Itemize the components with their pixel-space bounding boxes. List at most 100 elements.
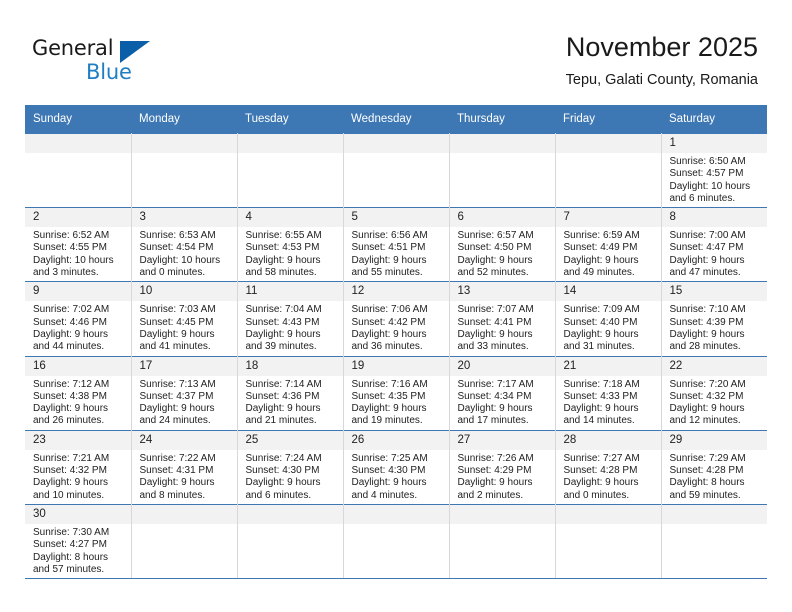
daylight-line-1: Daylight: 10 hours [669,180,751,192]
sunrise-line: Sunrise: 7:00 AM [669,230,746,242]
calendar-day-cell[interactable]: 8 Sunrise: 7:00 AM Sunset: 4:47 PM Daylight… [660,207,767,282]
day-number: 17 [131,356,237,376]
sunset-line: Sunset: 4:32 PM [33,465,107,477]
calendar-day-cell[interactable]: 7 Sunrise: 6:59 AM Sunset: 4:49 PM Daylight… [554,207,662,282]
sunset-line: Sunset: 4:30 PM [351,465,426,477]
calendar-day-cell[interactable]: 10 Sunrise: 7:03 AM Sunset: 4:45 PM Dayligh… [130,281,238,357]
calendar-day-cell[interactable]: 12 Sunrise: 7:06 AM Sunset: 4:42 PM Dayligh… [342,281,450,357]
daylight-line-1: Daylight: 9 hours [245,477,321,489]
general-blue-logo[interactable]: General Blue [32,36,162,88]
sunset-line: Sunset: 4:31 PM [139,465,214,477]
sunrise-line: Sunrise: 7:09 AM [563,304,640,316]
calendar-day-cell[interactable]: 1 Sunrise: 6:50 AM Sunset: 4:57 PM Daylight… [660,132,767,208]
calendar-day-cell[interactable]: 5 Sunrise: 6:56 AM Sunset: 4:51 PM Daylight… [342,207,450,282]
calendar-day-cell[interactable]: 3 Sunrise: 6:53 AM Sunset: 4:54 PM Daylight… [130,207,238,282]
calendar-day-cell[interactable]: 25 Sunrise: 7:24 AM Sunset: 4:30 PM Dayligh… [236,429,344,505]
sunset-line: Sunset: 4:45 PM [139,316,214,328]
daylight-line-2: and 4 minutes. [351,489,418,501]
day-details: Sunrise: 7:10 AM Sunset: 4:39 PM Daylight:… [662,301,768,355]
daylight-line-2: and 12 minutes. [669,415,741,427]
weekday-header-friday: Friday [555,105,661,134]
daylight-line-1: Daylight: 9 hours [351,328,427,340]
calendar-day-cell[interactable]: 27 Sunrise: 7:26 AM Sunset: 4:29 PM Dayligh… [448,429,556,505]
daylight-line-1: Daylight: 9 hours [457,403,533,415]
sunrise-line: Sunrise: 7:13 AM [139,378,216,390]
calendar-day-cell [554,503,662,580]
sunset-line: Sunset: 4:28 PM [669,465,744,477]
sunset-line: Sunset: 4:54 PM [139,242,214,254]
calendar-day-cell[interactable]: 30 Sunrise: 7:30 AM Sunset: 4:27 PM Dayligh… [25,503,132,580]
calendar-day-cell [342,503,450,580]
day-number: 23 [25,430,131,450]
weekday-header-monday: Monday [131,105,237,134]
calendar-day-cell[interactable]: 4 Sunrise: 6:55 AM Sunset: 4:53 PM Daylight… [236,207,344,282]
calendar-day-cell[interactable]: 16 Sunrise: 7:12 AM Sunset: 4:38 PM Dayligh… [25,355,132,431]
calendar-day-cell[interactable]: 11 Sunrise: 7:04 AM Sunset: 4:43 PM Dayligh… [236,281,344,357]
calendar-day-cell[interactable]: 17 Sunrise: 7:13 AM Sunset: 4:37 PM Dayligh… [130,355,238,431]
day-details: Sunrise: 7:20 AM Sunset: 4:32 PM Daylight:… [662,376,768,430]
sunset-line: Sunset: 4:36 PM [245,390,320,402]
calendar-day-cell[interactable]: 6 Sunrise: 6:57 AM Sunset: 4:50 PM Daylight… [448,207,556,282]
calendar-day-cell[interactable]: 2 Sunrise: 6:52 AM Sunset: 4:55 PM Daylight… [25,207,132,282]
calendar-day-cell[interactable]: 29 Sunrise: 7:29 AM Sunset: 4:28 PM Dayligh… [660,429,767,505]
daylight-line-2: and 52 minutes. [457,267,529,279]
daylight-line-1: Daylight: 9 hours [457,328,533,340]
calendar-day-cell[interactable]: 22 Sunrise: 7:20 AM Sunset: 4:32 PM Dayligh… [660,355,768,431]
day-details [238,153,343,158]
day-details: Sunrise: 6:52 AM Sunset: 4:55 PM Daylight:… [25,227,131,281]
sunrise-line: Sunrise: 7:16 AM [351,378,428,390]
day-number: 14 [555,282,661,302]
weekday-header-sunday: Sunday [25,105,131,134]
day-details: Sunrise: 7:06 AM Sunset: 4:42 PM Daylight:… [344,301,449,355]
sunset-line: Sunset: 4:42 PM [351,316,426,328]
calendar-day-cell[interactable]: 24 Sunrise: 7:22 AM Sunset: 4:31 PM Dayligh… [130,429,238,505]
day-details [132,524,237,529]
daylight-line-1: Daylight: 10 hours [139,254,221,266]
daylight-line-2: and 0 minutes. [139,267,206,279]
sunrise-line: Sunrise: 7:22 AM [139,452,216,464]
sunrise-line: Sunrise: 7:18 AM [563,378,640,390]
sunrise-line: Sunrise: 7:27 AM [563,452,640,464]
daylight-line-1: Daylight: 9 hours [563,477,639,489]
daylight-line-2: and 21 minutes. [245,415,317,427]
day-details: Sunrise: 7:21 AM Sunset: 4:32 PM Daylight:… [25,450,131,504]
daylight-line-1: Daylight: 9 hours [139,328,215,340]
sunrise-line: Sunrise: 7:21 AM [33,452,110,464]
calendar-day-cell[interactable]: 15 Sunrise: 7:10 AM Sunset: 4:39 PM Dayligh… [660,281,768,357]
page-title: November 2025 [565,32,758,62]
calendar-day-cell[interactable]: 13 Sunrise: 7:07 AM Sunset: 4:41 PM Dayligh… [448,281,556,357]
daylight-line-1: Daylight: 9 hours [563,328,639,340]
day-details: Sunrise: 7:02 AM Sunset: 4:46 PM Daylight:… [25,301,131,355]
calendar-day-cell[interactable]: 23 Sunrise: 7:21 AM Sunset: 4:32 PM Dayligh… [25,429,132,505]
daylight-line-1: Daylight: 9 hours [245,328,321,340]
daylight-line-2: and 49 minutes. [563,267,635,279]
day-details: Sunrise: 7:18 AM Sunset: 4:33 PM Daylight:… [556,376,661,430]
daylight-line-1: Daylight: 9 hours [245,254,321,266]
daylight-line-2: and 14 minutes. [563,415,635,427]
day-number [131,504,237,524]
calendar-day-cell[interactable]: 21 Sunrise: 7:18 AM Sunset: 4:33 PM Dayligh… [554,355,662,431]
daylight-line-1: Daylight: 9 hours [457,477,533,489]
day-number: 7 [555,208,661,228]
sunrise-line: Sunrise: 7:20 AM [669,378,746,390]
daylight-line-2: and 33 minutes. [457,341,529,353]
day-details [556,153,661,158]
calendar-day-cell[interactable]: 14 Sunrise: 7:09 AM Sunset: 4:40 PM Dayligh… [554,281,662,357]
day-number: 30 [25,504,131,524]
calendar-day-cell[interactable]: 19 Sunrise: 7:16 AM Sunset: 4:35 PM Dayligh… [342,355,450,431]
calendar-day-cell[interactable]: 20 Sunrise: 7:17 AM Sunset: 4:34 PM Dayligh… [448,355,556,431]
daylight-line-1: Daylight: 9 hours [33,328,109,340]
day-details: Sunrise: 7:26 AM Sunset: 4:29 PM Daylight:… [450,450,555,504]
sunset-line: Sunset: 4:27 PM [33,539,107,551]
sunrise-line: Sunrise: 6:52 AM [33,230,110,242]
calendar-day-cell[interactable]: 18 Sunrise: 7:14 AM Sunset: 4:36 PM Dayligh… [236,355,344,431]
daylight-line-2: and 31 minutes. [563,341,635,353]
sunrise-line: Sunrise: 7:04 AM [245,304,322,316]
calendar-day-cell[interactable]: 9 Sunrise: 7:02 AM Sunset: 4:46 PM Daylight… [25,281,132,357]
calendar-day-cell[interactable]: 28 Sunrise: 7:27 AM Sunset: 4:28 PM Dayligh… [554,429,662,505]
sunset-line: Sunset: 4:43 PM [245,316,320,328]
daylight-line-2: and 24 minutes. [139,415,211,427]
day-details [238,524,343,529]
calendar-day-cell[interactable]: 26 Sunrise: 7:25 AM Sunset: 4:30 PM Dayligh… [342,429,450,505]
sunset-line: Sunset: 4:55 PM [33,242,107,254]
